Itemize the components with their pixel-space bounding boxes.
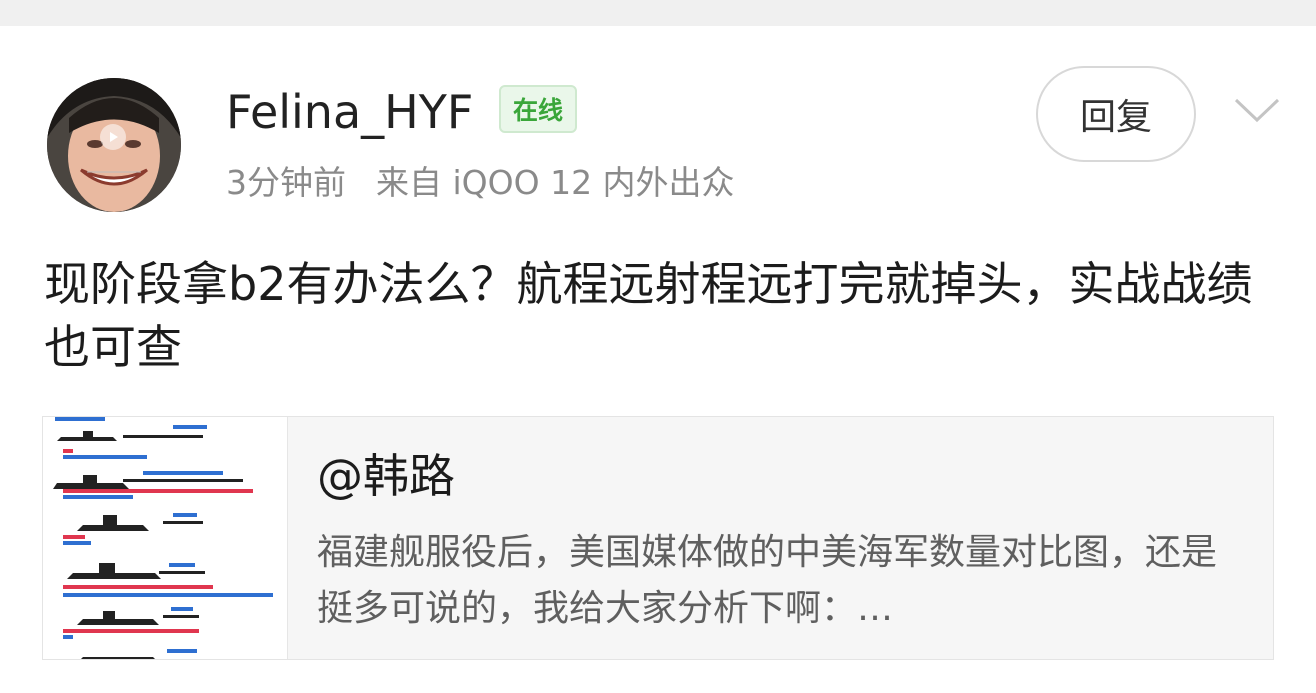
- chevron-down-icon[interactable]: [1232, 90, 1282, 130]
- shared-post-thumbnail: [43, 417, 288, 659]
- shared-post-description: 福建舰服役后，美国媒体做的中美海军数量对比图，还是挺多可说的，我给大家分析下啊：…: [317, 532, 1218, 629]
- post-meta: 3分钟前 来自 iQOO 12 内外出众: [226, 160, 735, 206]
- reply-button[interactable]: 回复: [1036, 66, 1196, 162]
- online-status-badge: 在线: [499, 85, 577, 133]
- post-source: 来自 iQOO 12 内外出众: [376, 163, 735, 202]
- shared-post-card[interactable]: @韩路 福建舰服役后，美国媒体做的中美海军数量对比图，还是挺多可说的，我给大家分…: [42, 416, 1274, 660]
- video-play-icon[interactable]: [100, 124, 126, 150]
- shared-post-author[interactable]: @韩路: [317, 447, 455, 505]
- post-body: 现阶段拿b2有办法么？航程远射程远打完就掉头，实战战绩也可查: [44, 257, 1253, 374]
- post-time: 3分钟前: [226, 163, 346, 202]
- username[interactable]: Felina_HYF: [226, 82, 473, 142]
- navy-comparison-thumbnail: [43, 417, 287, 659]
